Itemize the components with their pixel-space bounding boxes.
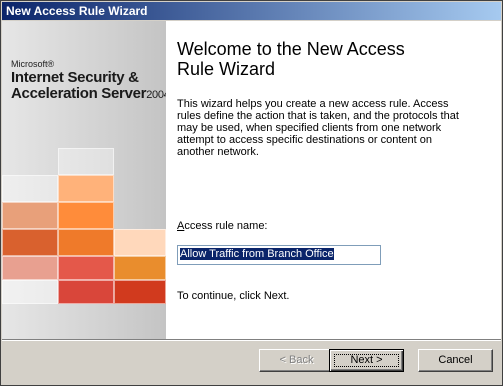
banner-tile (58, 148, 114, 175)
banner-tile (114, 256, 166, 280)
product-name-line2-text: Acceleration Server (11, 85, 147, 102)
wizard-window: New Access Rule Wizard Microsoft® Intern… (0, 0, 503, 386)
rule-name-input[interactable]: Allow Traffic from Branch Office (177, 245, 381, 265)
product-banner: Microsoft® Internet Security & Accelerat… (2, 21, 166, 339)
back-button[interactable]: < Back (259, 349, 334, 372)
banner-tile (2, 280, 58, 304)
next-button[interactable]: Next > (329, 349, 404, 372)
title-bar: New Access Rule Wizard (2, 2, 501, 20)
banner-tile (2, 256, 58, 280)
banner-tile (2, 175, 58, 202)
banner-tile (58, 229, 114, 256)
wizard-description: This wizard helps you create a new acces… (177, 98, 459, 158)
continue-hint: To continue, click Next. (177, 290, 290, 302)
heading-line1: Welcome to the New Access (177, 39, 405, 59)
cancel-button[interactable]: Cancel (418, 349, 493, 372)
banner-tile (58, 280, 114, 304)
banner-tile (58, 175, 114, 202)
banner-tile (114, 280, 166, 304)
banner-tile (58, 202, 114, 229)
heading-line2: Rule Wizard (177, 59, 276, 79)
banner-tile (2, 202, 58, 229)
banner-tile (58, 256, 114, 280)
product-year: 2004 (146, 89, 166, 101)
banner-tile (2, 229, 58, 256)
product-name-line1: Internet Security & (11, 69, 139, 86)
rule-name-label-text: ccess rule name: (184, 220, 268, 232)
focus-rect (334, 354, 399, 367)
rule-name-value: Allow Traffic from Branch Office (180, 248, 334, 260)
wizard-heading: Welcome to the New Access Rule Wizard (177, 39, 405, 79)
rule-name-label: Access rule name: (177, 220, 268, 232)
footer-separator-highlight (2, 340, 501, 341)
brand-text: Microsoft® (11, 59, 55, 69)
wizard-content: Microsoft® Internet Security & Accelerat… (2, 21, 501, 339)
product-name-line2: Acceleration Server2004 (11, 85, 166, 102)
banner-tile (114, 229, 166, 256)
